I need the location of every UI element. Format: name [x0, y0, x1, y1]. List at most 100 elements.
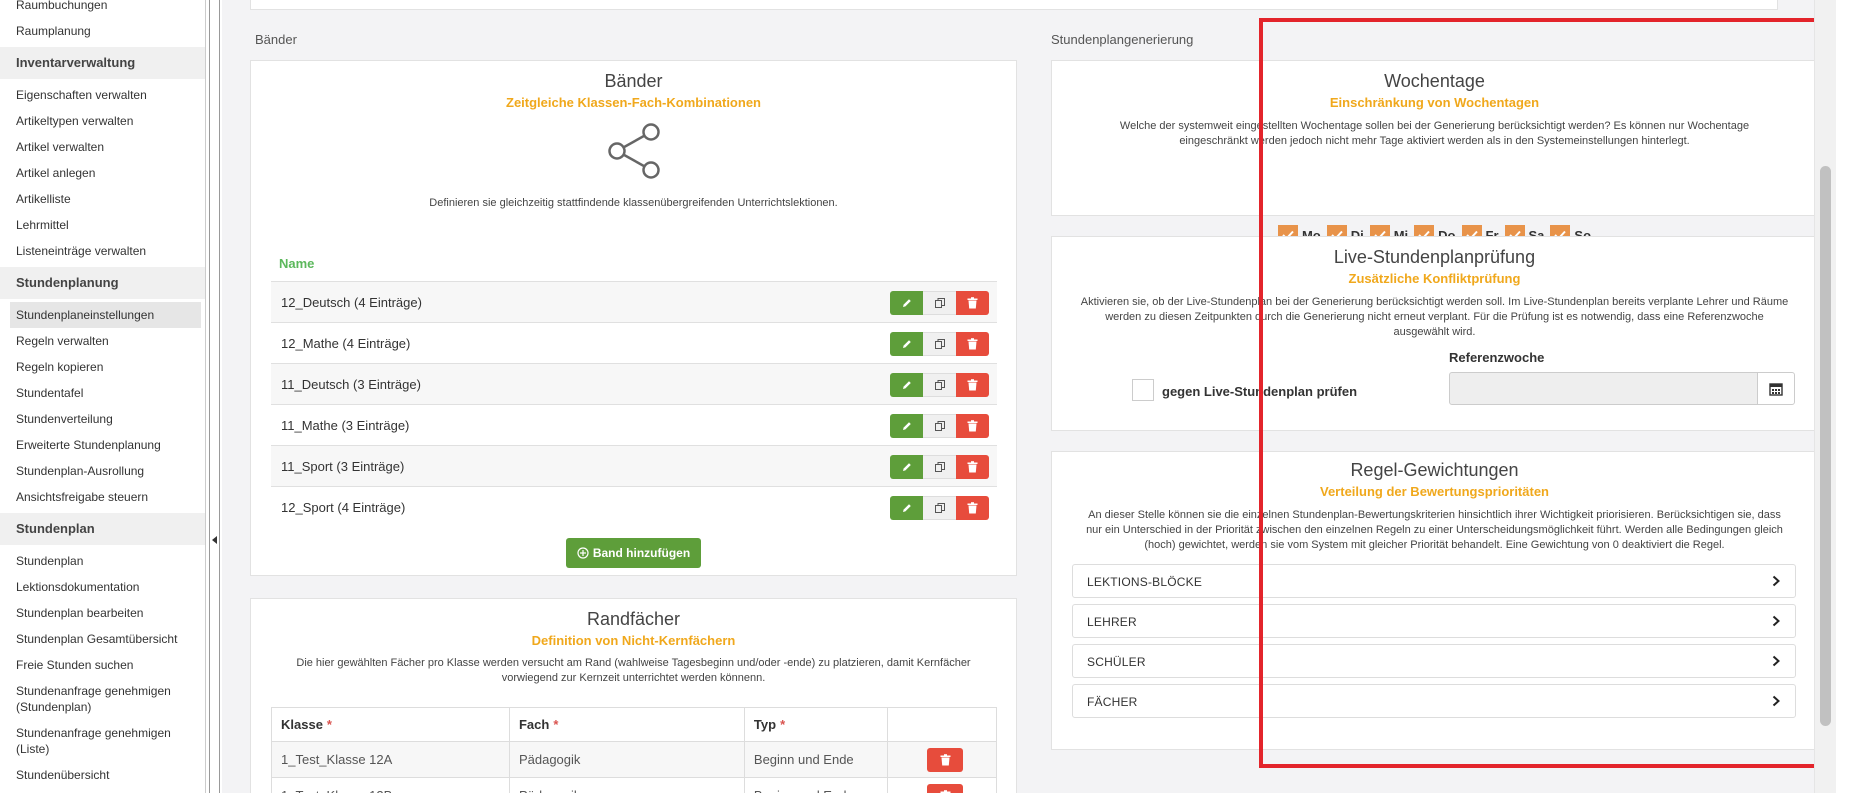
- edit-band-button[interactable]: [890, 373, 923, 397]
- band-name: 11_Mathe (3 Einträge): [281, 418, 410, 433]
- band-actions: [890, 414, 989, 438]
- sidebar-item-6[interactable]: Artikel anlegen: [0, 160, 205, 186]
- band-actions: [890, 373, 989, 397]
- collapse-arrow-icon[interactable]: [212, 536, 217, 544]
- sidebar-item-15[interactable]: Stundenverteilung: [0, 406, 205, 432]
- sidebar-item-8[interactable]: Lehrmittel: [0, 212, 205, 238]
- add-band-button[interactable]: Band hinzufügen: [566, 538, 701, 568]
- trash-icon: [967, 297, 978, 309]
- delete-band-button[interactable]: [956, 414, 989, 438]
- main-content: Bänder Stundenplangenerierung Bänder Zei…: [222, 0, 1836, 793]
- delete-randfach-button[interactable]: [927, 747, 964, 772]
- baender-list: 12_Deutsch (4 Einträge) 12_Mathe (4 Eintr…: [271, 281, 997, 527]
- accordion-title: FÄCHER: [1087, 695, 1138, 709]
- baender-subtitle: Zeitgleiche Klassen-Fach-Kombinationen: [506, 95, 761, 110]
- table-row: 1_Test_Klasse 12A Pädagogik Beginn und End…: [271, 741, 997, 778]
- sidebar-splitter[interactable]: [206, 0, 220, 793]
- sidebar-section-10: Stundenplanung: [0, 267, 205, 299]
- cell-actions: [887, 741, 997, 778]
- cell-typ: Beginn und Ende: [743, 741, 889, 778]
- column-actions: [887, 707, 997, 742]
- band-row: 12_Deutsch (4 Einträge): [271, 281, 997, 322]
- copy-band-button[interactable]: [923, 291, 956, 315]
- edit-band-button[interactable]: [890, 455, 923, 479]
- table-row: 1_Test_Klasse 12BPädagogikBeginn und End…: [271, 777, 997, 793]
- vertical-scrollbar[interactable]: [1814, 0, 1836, 793]
- edit-band-button[interactable]: [890, 291, 923, 315]
- trash-icon: [967, 502, 978, 514]
- sidebar-item-9[interactable]: Listeneinträge verwalten: [0, 238, 205, 264]
- sidebar-item-3[interactable]: Eigenschaften verwalten: [0, 82, 205, 108]
- column-typ[interactable]: Typ *: [743, 707, 889, 742]
- trash-icon: [940, 789, 951, 793]
- randfaecher-title: Randfächer: [586, 609, 681, 629]
- baender-title: Bänder: [604, 71, 663, 91]
- copy-band-button[interactable]: [923, 496, 956, 520]
- band-name: 11_Deutsch (3 Einträge): [281, 377, 421, 392]
- band-row: 11_Sport (3 Einträge): [271, 445, 997, 486]
- delete-band-button[interactable]: [956, 373, 989, 397]
- band-actions: [890, 332, 989, 356]
- sidebar-item-22[interactable]: Stundenplan bearbeiten: [0, 600, 205, 626]
- sidebar-item-5[interactable]: Artikel verwalten: [0, 134, 205, 160]
- edit-band-button[interactable]: [890, 332, 923, 356]
- column-fach[interactable]: Fach *: [508, 707, 745, 742]
- sidebar-item-26[interactable]: Stundenanfrage genehmigen (Liste): [0, 720, 205, 762]
- cell-klasse: 1_Test_Klasse 12B: [271, 777, 510, 793]
- delete-randfach-button[interactable]: [927, 783, 964, 793]
- sidebar-item-13[interactable]: Regeln kopieren: [0, 354, 205, 380]
- copy-band-button[interactable]: [923, 373, 956, 397]
- delete-band-button[interactable]: [956, 455, 989, 479]
- sidebar-item-23[interactable]: Stundenplan Gesamtübersicht: [0, 626, 205, 652]
- baender-description: Definieren sie gleichzeitig stattfindend…: [429, 197, 838, 209]
- sidebar-item-21[interactable]: Lektionsdokumentation: [0, 574, 205, 600]
- sidebar-item-16[interactable]: Erweiterte Stundenplanung: [0, 432, 205, 458]
- copy-band-button[interactable]: [923, 455, 956, 479]
- sidebar-item-27[interactable]: Stundenübersicht: [0, 762, 205, 788]
- sidebar-item-18[interactable]: Ansichtsfreigabe steuern: [0, 484, 205, 510]
- cell-fach: Pädagogik: [508, 777, 745, 793]
- sidebar-item-25[interactable]: Stundenanfrage genehmigen (Stundenplan): [0, 678, 205, 720]
- trash-icon: [967, 338, 978, 350]
- pencil-icon: [902, 381, 911, 389]
- trash-icon: [967, 420, 978, 432]
- band-name: 12_Deutsch (4 Einträge): [281, 295, 422, 310]
- copy-icon: [934, 298, 945, 308]
- sidebar-item-14[interactable]: Stundentafel: [0, 380, 205, 406]
- scrollbar-thumb[interactable]: [1820, 166, 1831, 726]
- edit-band-button[interactable]: [890, 496, 923, 520]
- accordion-title: SCHÜLER: [1087, 655, 1146, 669]
- sidebar-item-20[interactable]: Stundenplan: [0, 548, 205, 574]
- cell-klasse: 1_Test_Klasse 12A: [271, 741, 510, 778]
- column-klasse[interactable]: Klasse *: [271, 707, 510, 742]
- randfaecher-description: Die hier gewählten Fächer pro Klasse wer…: [296, 657, 971, 684]
- sidebar-item-17[interactable]: Stundenplan-Ausrollung: [0, 458, 205, 484]
- copy-icon: [934, 421, 945, 431]
- cell-actions: [887, 777, 997, 793]
- delete-band-button[interactable]: [956, 332, 989, 356]
- sidebar-item-7[interactable]: Artikelliste: [0, 186, 205, 212]
- edit-band-button[interactable]: [890, 414, 923, 438]
- band-row: 12_Mathe (4 Einträge): [271, 322, 997, 363]
- delete-band-button[interactable]: [956, 496, 989, 520]
- copy-band-button[interactable]: [923, 332, 956, 356]
- sidebar-item-24[interactable]: Freie Stunden suchen: [0, 652, 205, 678]
- accordion-title: LEKTIONS-BLÖCKE: [1087, 575, 1203, 589]
- copy-band-button[interactable]: [923, 414, 956, 438]
- sidebar-item-1[interactable]: Raumplanung: [0, 18, 205, 44]
- band-actions: [890, 496, 989, 520]
- band-name: 12_Sport (4 Einträge): [281, 500, 406, 515]
- band-name: 11_Sport (3 Einträge): [281, 459, 405, 474]
- trash-icon: [967, 379, 978, 391]
- sidebar-item-12[interactable]: Regeln verwalten: [0, 328, 205, 354]
- pencil-icon: [902, 299, 911, 307]
- generation-section-label: Stundenplangenerierung: [1051, 32, 1194, 47]
- live-check-checkbox[interactable]: [1132, 379, 1154, 401]
- copy-icon: [934, 339, 945, 349]
- sidebar-item-4[interactable]: Artikeltypen verwalten: [0, 108, 205, 134]
- sidebar-item-0[interactable]: Raumbuchungen: [0, 0, 205, 18]
- cell-fach: Pädagogik: [508, 741, 745, 778]
- sidebar-item-11[interactable]: Stundenplaneinstellungen: [10, 302, 201, 328]
- sidebar: Raumbuchungen Raumplanung Inventarverwaltu…: [0, 0, 206, 793]
- delete-band-button[interactable]: [956, 291, 989, 315]
